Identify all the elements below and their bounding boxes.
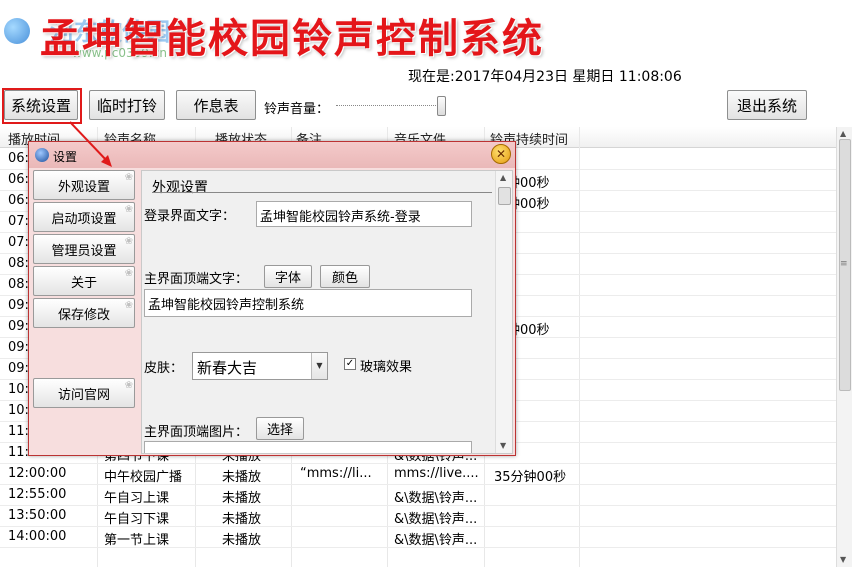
table-cell: “mms://li...	[300, 466, 372, 481]
app-title: 孟坤智能校园铃声控制系统	[40, 15, 544, 62]
group-title: 外观设置	[152, 180, 208, 196]
table-row[interactable]: 12:55:00 午自习上课 未播放 &\数据\铃声...	[0, 484, 836, 506]
table-cell: 未播放	[222, 512, 262, 527]
sidebar-item-startup[interactable]: 启动项设置 ❀	[33, 202, 135, 232]
sidebar-item-label: 关于	[70, 275, 97, 291]
skin-label: 皮肤：	[144, 361, 184, 376]
table-cell: 未播放	[222, 470, 262, 485]
table-cell: 午自习上课	[104, 491, 170, 506]
close-icon[interactable]: ✕	[491, 144, 511, 164]
flourish-icon: ❀	[124, 300, 133, 311]
table-row[interactable]: 13:50:00 午自习下课 未播放 &\数据\铃声...	[0, 505, 836, 527]
header-image-label: 主界面顶端图片：	[144, 425, 249, 440]
table-cell: 14:00:00	[8, 529, 67, 544]
table-cell: 第一节上课	[104, 533, 170, 548]
sidebar-item-label: 访问官网	[57, 387, 110, 403]
scroll-up-icon[interactable]: ▲	[840, 129, 846, 138]
table-cell: 未播放	[222, 533, 262, 548]
header-image-preview	[144, 441, 472, 453]
sidebar-item-about[interactable]: 关于 ❀	[33, 266, 135, 296]
table-cell: &\数据\铃声...	[394, 512, 478, 527]
sidebar-item-label: 启动项设置	[51, 211, 117, 227]
panel-scrollbar[interactable]: ▲ ▼	[495, 171, 512, 453]
header-text-label: 主界面顶端文字：	[144, 272, 249, 287]
sidebar-item-admin[interactable]: 管理员设置 ❀	[33, 234, 135, 264]
choose-image-button[interactable]: 选择	[256, 417, 304, 440]
color-button[interactable]: 颜色	[320, 265, 370, 288]
flourish-icon: ❀	[124, 268, 133, 279]
table-cell: 12:55:00	[8, 487, 67, 502]
login-text-input[interactable]: 孟坤智能校园铃声系统-登录	[256, 201, 472, 227]
save-changes-button[interactable]: 保存修改 ❀	[33, 298, 135, 328]
scroll-up-icon[interactable]: ▲	[500, 173, 506, 182]
scroll-down-icon[interactable]: ▼	[840, 555, 846, 564]
scrollbar-thumb[interactable]	[498, 187, 511, 205]
highlight-box	[2, 88, 82, 124]
group-divider	[152, 192, 492, 193]
watermark-logo	[4, 18, 30, 44]
table-cell: mms://live....	[394, 466, 479, 481]
table-cell: 06:	[8, 172, 29, 187]
sidebar-item-label: 管理员设置	[51, 243, 117, 259]
table-vertical-scrollbar[interactable]: ▲ ≡ ▼	[836, 127, 852, 567]
volume-label: 铃声音量：	[264, 102, 330, 117]
skin-select[interactable]: 新春大吉 ▼	[192, 352, 328, 380]
table-cell: &\数据\铃声...	[394, 491, 478, 506]
clock-display: 现在是:2017年04月23日 星期日 11:08:06	[408, 69, 682, 85]
table-row[interactable]: 12:00:00 中午校园广播 未播放 “mms://li... mms://live.…	[0, 463, 836, 485]
header-text-input[interactable]: 孟坤智能校园铃声控制系统	[144, 289, 472, 317]
skin-select-value: 新春大吉	[197, 359, 258, 377]
login-text-label: 登录界面文字：	[144, 209, 236, 224]
temp-ring-button[interactable]: 临时打铃	[89, 90, 165, 120]
scroll-grip-icon: ≡	[840, 259, 848, 269]
visit-website-button[interactable]: 访问官网 ❀	[33, 378, 135, 408]
settings-dialog: 设置 ✕ 外观设置 ❀ 启动项设置 ❀ 管理员设置 ❀ 关于 ❀ 保存修改 ❀ 访问官网 ❀…	[28, 141, 516, 456]
table-cell: 午自习下课	[104, 512, 170, 527]
dialog-titlebar[interactable]: 设置 ✕	[29, 142, 515, 168]
chevron-down-icon[interactable]: ▼	[311, 353, 327, 379]
volume-slider-track[interactable]	[336, 105, 446, 108]
exit-button[interactable]: 退出系统	[727, 90, 807, 120]
glass-effect-checkbox[interactable]: ✓	[344, 358, 356, 370]
sidebar-item-label: 保存修改	[57, 307, 110, 323]
flourish-icon: ❀	[124, 236, 133, 247]
flourish-icon: ❀	[124, 380, 133, 391]
table-cell: 未播放	[222, 491, 262, 506]
scroll-down-icon[interactable]: ▼	[500, 441, 506, 450]
table-cell: &\数据\铃声...	[394, 533, 478, 548]
flourish-icon: ❀	[124, 172, 133, 183]
table-cell: 12:00:00	[8, 466, 67, 481]
sidebar-item-appearance[interactable]: 外观设置 ❀	[33, 170, 135, 200]
table-cell: 35分钟00秒	[494, 470, 567, 485]
font-button[interactable]: 字体	[264, 265, 312, 288]
table-cell: 13:50:00	[8, 508, 67, 523]
glass-effect-label: 玻璃效果	[360, 360, 413, 375]
appearance-panel: 外观设置 登录界面文字： 孟坤智能校园铃声系统-登录 主界面顶端文字： 字体 颜…	[141, 170, 513, 454]
schedule-button[interactable]: 作息表	[176, 90, 256, 120]
table-cell: 中午校园广播	[104, 470, 183, 485]
flourish-icon: ❀	[124, 204, 133, 215]
table-row[interactable]: 14:00:00 第一节上课 未播放 &\数据\铃声...	[0, 526, 836, 548]
settings-icon	[35, 148, 49, 162]
volume-slider-thumb[interactable]	[437, 96, 446, 116]
sidebar-item-label: 外观设置	[57, 179, 110, 195]
dialog-title: 设置	[53, 150, 78, 164]
